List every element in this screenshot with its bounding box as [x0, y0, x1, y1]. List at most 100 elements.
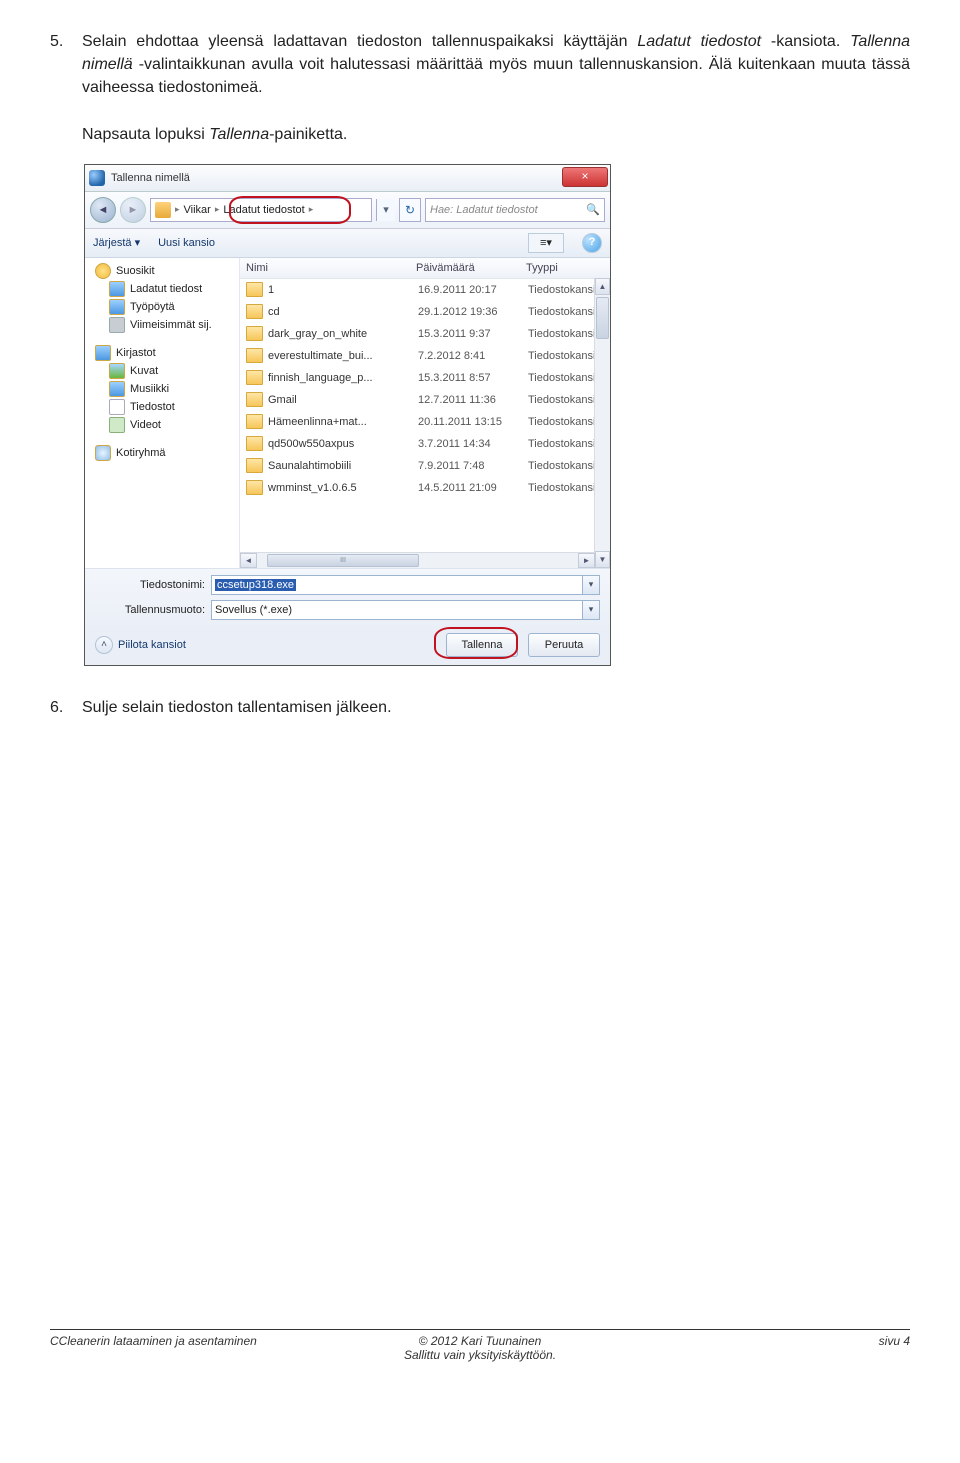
file-name: Gmail [268, 394, 418, 406]
hscroll-thumb[interactable]: III [267, 554, 419, 567]
cancel-button[interactable]: Peruuta [528, 633, 600, 657]
file-date: 16.9.2011 20:17 [418, 284, 528, 296]
table-row[interactable]: cd29.1.2012 19:36Tiedostokansio [240, 301, 610, 323]
hscroll-right-button[interactable]: ► [578, 553, 595, 568]
file-date: 20.11.2011 13:15 [418, 416, 528, 428]
dialog-titlebar: Tallenna nimellä × [85, 165, 610, 192]
file-date: 3.7.2011 14:34 [418, 438, 528, 450]
table-row[interactable]: everestultimate_bui...7.2.2012 8:41Tiedo… [240, 345, 610, 367]
scroll-thumb[interactable] [596, 297, 609, 339]
footer-mid2: Sallittu vain yksityiskäyttöön. [337, 1348, 624, 1362]
filetype-dropdown[interactable]: ▾ [582, 601, 599, 619]
nav-fav-desktop[interactable]: Työpöytä [87, 298, 237, 316]
nav-libraries[interactable]: Kirjastot [87, 344, 237, 362]
crumb-user: Viikar [184, 204, 211, 216]
nav-tree[interactable]: Suosikit Ladatut tiedost Työpöytä Viimei… [85, 258, 240, 568]
filename-dropdown[interactable]: ▾ [582, 576, 599, 594]
table-row[interactable]: Saunalahtimobiili7.9.2011 7:48Tiedostoka… [240, 455, 610, 477]
file-name: Hämeenlinna+mat... [268, 416, 418, 428]
music-icon [109, 381, 125, 397]
list-header[interactable]: Nimi Päivämäärä Tyyppi [240, 258, 610, 279]
col-name[interactable]: Nimi [246, 262, 416, 274]
hide-folders-link[interactable]: ˄ Piilota kansiot [95, 636, 186, 654]
file-date: 7.9.2011 7:48 [418, 460, 528, 472]
file-type: Tiedostokansio [528, 328, 602, 340]
save-button[interactable]: Tallenna [446, 633, 518, 657]
nav-lib-videos[interactable]: Videot [87, 416, 237, 434]
nav-lib-3: Videot [130, 419, 161, 431]
nav-lib-label: Kirjastot [116, 347, 156, 359]
file-type: Tiedostokansio [528, 394, 602, 406]
col-date[interactable]: Päivämäärä [416, 262, 526, 274]
footer-left: CCleanerin lataaminen ja asentaminen [50, 1334, 337, 1348]
footer-mid1: © 2012 Kari Tuunainen [337, 1334, 624, 1348]
recent-icon [109, 317, 125, 333]
table-row[interactable]: finnish_language_p...15.3.2011 8:57Tiedo… [240, 367, 610, 389]
table-row[interactable]: 116.9.2011 20:17Tiedostokansio [240, 279, 610, 301]
dialog-body: Suosikit Ladatut tiedost Työpöytä Viimei… [85, 258, 610, 568]
nav-fav-downloads[interactable]: Ladatut tiedost [87, 280, 237, 298]
scroll-up-button[interactable]: ▲ [595, 278, 610, 295]
step-6-text: Sulje selain tiedoston tallentamisen jäl… [82, 696, 910, 719]
file-name: wmminst_v1.0.6.5 [268, 482, 418, 494]
filetype-row: Tallennusmuoto: Sovellus (*.exe) ▾ [95, 600, 600, 620]
view-mode-button[interactable]: ≡▾ [528, 233, 564, 253]
scroll-track[interactable] [595, 295, 610, 551]
nav-lib-documents[interactable]: Tiedostot [87, 398, 237, 416]
vertical-scrollbar[interactable]: ▲ ▼ [594, 278, 610, 568]
table-row[interactable]: qd500w550axpus3.7.2011 14:34Tiedostokans… [240, 433, 610, 455]
nav-homegroup[interactable]: Kotiryhmä [87, 444, 237, 462]
nav-fav-recent[interactable]: Viimeisimmät sij. [87, 316, 237, 334]
nav-lib-0: Kuvat [130, 365, 158, 377]
search-input[interactable]: Hae: Ladatut tiedostot 🔍 [425, 198, 605, 222]
nav-lib-pictures[interactable]: Kuvat [87, 362, 237, 380]
hscroll-left-button[interactable]: ◄ [240, 553, 257, 568]
step5-text-d: Napsauta lopuksi [82, 126, 209, 143]
close-button[interactable]: × [562, 167, 608, 187]
file-type: Tiedostokansio [528, 372, 602, 384]
save-as-dialog: Tallenna nimellä × ◄ ► ▸ Viikar ▸ Ladatu… [84, 164, 611, 666]
table-row[interactable]: wmminst_v1.0.6.514.5.2011 21:09Tiedostok… [240, 477, 610, 499]
file-name: everestultimate_bui... [268, 350, 418, 362]
file-date: 14.5.2011 21:09 [418, 482, 528, 494]
nav-lib-music[interactable]: Musiikki [87, 380, 237, 398]
address-bar-row: ◄ ► ▸ Viikar ▸ Ladatut tiedostot ▸ ▾ ↻ H… [85, 192, 610, 229]
col-type[interactable]: Tyyppi [526, 262, 610, 274]
table-row[interactable]: Gmail12.7.2011 11:36Tiedostokansio [240, 389, 610, 411]
step-5-number: 5. [50, 30, 78, 146]
filetype-select[interactable]: Sovellus (*.exe) ▾ [211, 600, 600, 620]
nav-fav-0: Ladatut tiedost [130, 283, 202, 295]
folder-icon [246, 326, 263, 341]
organize-menu[interactable]: Järjestä ▾ [93, 236, 140, 249]
file-type: Tiedostokansio [528, 482, 602, 494]
folder-icon [246, 458, 263, 473]
step5-text-b: -kansiota. [761, 33, 850, 50]
filename-input[interactable]: ccsetup318.exe ▾ [211, 575, 600, 595]
help-button[interactable]: ? [582, 233, 602, 253]
hide-folders-label: Piilota kansiot [118, 639, 186, 651]
ie-icon [89, 170, 105, 186]
filename-label: Tiedostonimi: [95, 579, 205, 591]
file-type: Tiedostokansio [528, 306, 602, 318]
nav-fwd-button[interactable]: ► [120, 197, 146, 223]
new-folder-button[interactable]: Uusi kansio [158, 237, 215, 249]
breadcrumb[interactable]: ▸ Viikar ▸ Ladatut tiedostot ▸ [150, 198, 372, 222]
file-type: Tiedostokansio [528, 350, 602, 362]
step-6-number: 6. [50, 696, 78, 719]
nav-favorites[interactable]: Suosikit [87, 262, 237, 280]
nav-home-label: Kotiryhmä [116, 447, 166, 459]
nav-back-button[interactable]: ◄ [90, 197, 116, 223]
refresh-button[interactable]: ↻ [399, 198, 421, 222]
hscroll-track[interactable]: III [257, 554, 578, 567]
scroll-down-button[interactable]: ▼ [595, 551, 610, 568]
table-row[interactable]: dark_gray_on_white15.3.2011 9:37Tiedosto… [240, 323, 610, 345]
step-6: 6. Sulje selain tiedoston tallentamisen … [50, 696, 910, 719]
step5-text-e: -painiketta. [269, 126, 347, 143]
address-dropdown[interactable]: ▾ [376, 199, 395, 221]
horizontal-scrollbar[interactable]: ◄ III ► [240, 552, 595, 568]
table-row[interactable]: Hämeenlinna+mat...20.11.2011 13:15Tiedos… [240, 411, 610, 433]
nav-fav-1: Työpöytä [130, 301, 175, 313]
star-icon [95, 263, 111, 279]
folder-icon [246, 282, 263, 297]
folder-icon [246, 480, 263, 495]
